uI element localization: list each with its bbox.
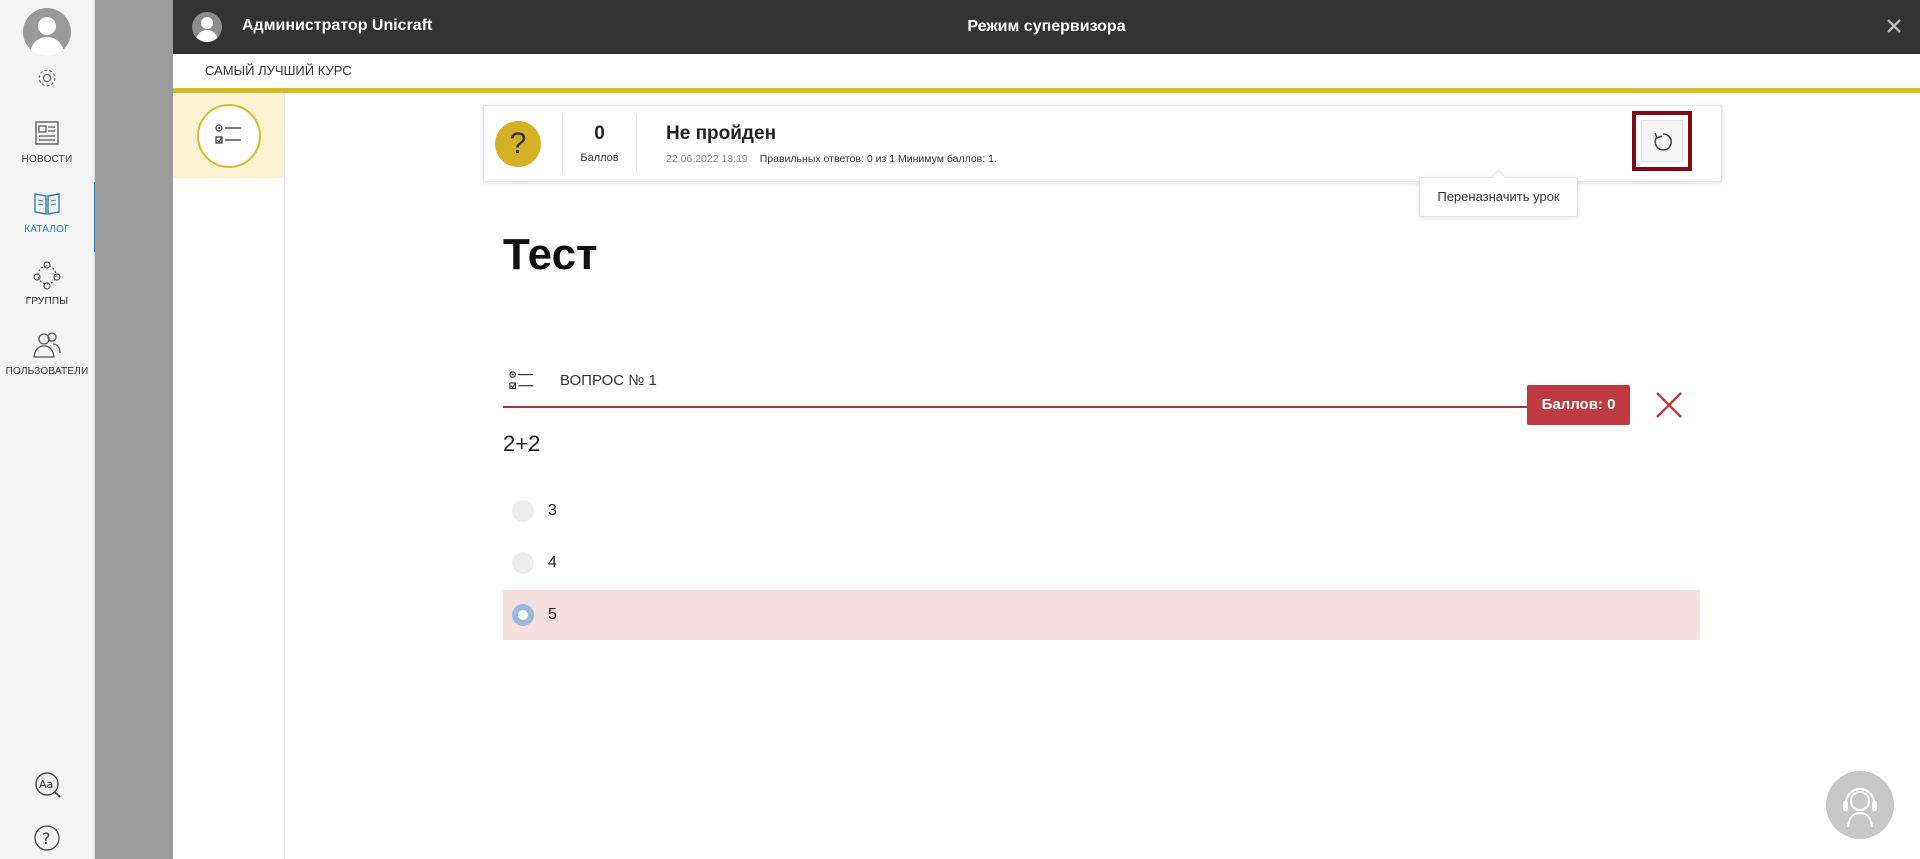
users-icon — [33, 332, 61, 358]
avatar-silhouette-icon — [195, 17, 219, 42]
wrong-answer-icon — [1656, 392, 1682, 418]
score-label: Баллов — [580, 152, 619, 164]
status-title: Не пройден — [666, 123, 777, 144]
sidebar-item-news[interactable]: НОВОСТИ — [0, 112, 94, 182]
question-header: ВОПРОС № 1 — [503, 363, 1630, 408]
test-list-icon — [509, 371, 534, 390]
refresh-icon — [1654, 132, 1672, 151]
answer-text: 4 — [548, 554, 557, 571]
header-avatar — [192, 12, 222, 42]
sidebar-item-label: НОВОСТИ — [21, 154, 73, 165]
answer-option[interactable]: 4 — [503, 538, 1700, 588]
radio-button-selected[interactable] — [512, 604, 534, 626]
lesson-test-button[interactable] — [197, 104, 261, 168]
radio-button[interactable] — [512, 500, 534, 522]
answer-option-selected-wrong[interactable]: 5 — [503, 590, 1700, 640]
question-mark-icon: ? — [495, 121, 541, 167]
modal-backdrop[interactable] — [95, 0, 173, 859]
lessons-column — [173, 93, 285, 859]
result-card: ? 0 Баллов Не пройден 22.06.2022 13:19 Пр… — [483, 105, 1722, 182]
course-title[interactable]: САМЫЙ ЛУЧШИЙ КУРС — [205, 63, 352, 78]
font-size-icon[interactable]: Aa — [33, 770, 61, 798]
score-value: 0 — [594, 123, 605, 144]
course-bar: САМЫЙ ЛУЧШИЙ КУРС — [173, 54, 1920, 93]
avatar-silhouette-icon — [29, 17, 65, 56]
sidebar-item-catalog[interactable]: КАТАЛОГ — [0, 182, 97, 252]
book-icon — [34, 193, 60, 215]
question-label: ВОПРОС № 1 — [560, 372, 657, 389]
test-list-icon — [215, 124, 241, 144]
reassign-highlight — [1632, 111, 1692, 171]
reassign-lesson-button[interactable] — [1641, 120, 1683, 162]
sidebar-item-label: ГРУППЫ — [25, 296, 69, 307]
groups-icon — [33, 261, 61, 290]
svg-text:Aa: Aa — [39, 778, 53, 791]
status-meta: 22.06.2022 13:19 Правильных ответов: 0 из… — [666, 153, 997, 165]
supervisor-modal: Администратор Unicraft Режим супервизора… — [173, 0, 1920, 859]
header-user-name: Администратор Unicraft — [242, 17, 433, 34]
close-icon[interactable] — [1882, 14, 1906, 38]
support-chat-button[interactable] — [1826, 771, 1894, 839]
question-text: 2+2 — [503, 431, 541, 456]
header-mode-title: Режим супервизора — [967, 18, 1126, 35]
newspaper-icon — [35, 121, 59, 145]
app-sidebar: НОВОСТИ КАТАЛОГ ГРУППЫ ПОЛЬЗОВАТЕЛИ Aa ? — [0, 0, 97, 859]
gear-icon[interactable] — [36, 67, 58, 89]
answer-text: 3 — [548, 502, 557, 519]
reassign-tooltip: Переназначить урок — [1419, 177, 1578, 217]
sidebar-item-groups[interactable]: ГРУППЫ — [0, 254, 94, 324]
headset-icon — [1843, 787, 1877, 827]
sidebar-item-label: ПОЛЬЗОВАТЕЛИ — [5, 366, 89, 377]
sidebar-item-label: КАТАЛОГ — [24, 224, 70, 235]
help-icon[interactable]: ? — [33, 824, 61, 852]
points-badge: Баллов: 0 — [1527, 385, 1630, 425]
score-box: 0 Баллов — [562, 114, 637, 172]
svg-text:?: ? — [42, 829, 51, 848]
sidebar-item-users[interactable]: ПОЛЬЗОВАТЕЛИ — [0, 324, 94, 394]
radio-button[interactable] — [512, 552, 534, 574]
answer-text: 5 — [548, 606, 557, 623]
lesson-title: Тест — [503, 230, 598, 279]
status-details: Правильных ответов: 0 из 1 Минимум балло… — [759, 153, 997, 165]
answer-option[interactable]: 3 — [503, 486, 1700, 536]
user-avatar[interactable] — [23, 8, 71, 56]
status-date: 22.06.2022 13:19 — [666, 153, 748, 165]
modal-header: Администратор Unicraft Режим супервизора — [173, 0, 1920, 54]
lesson-thumb[interactable] — [173, 93, 284, 178]
